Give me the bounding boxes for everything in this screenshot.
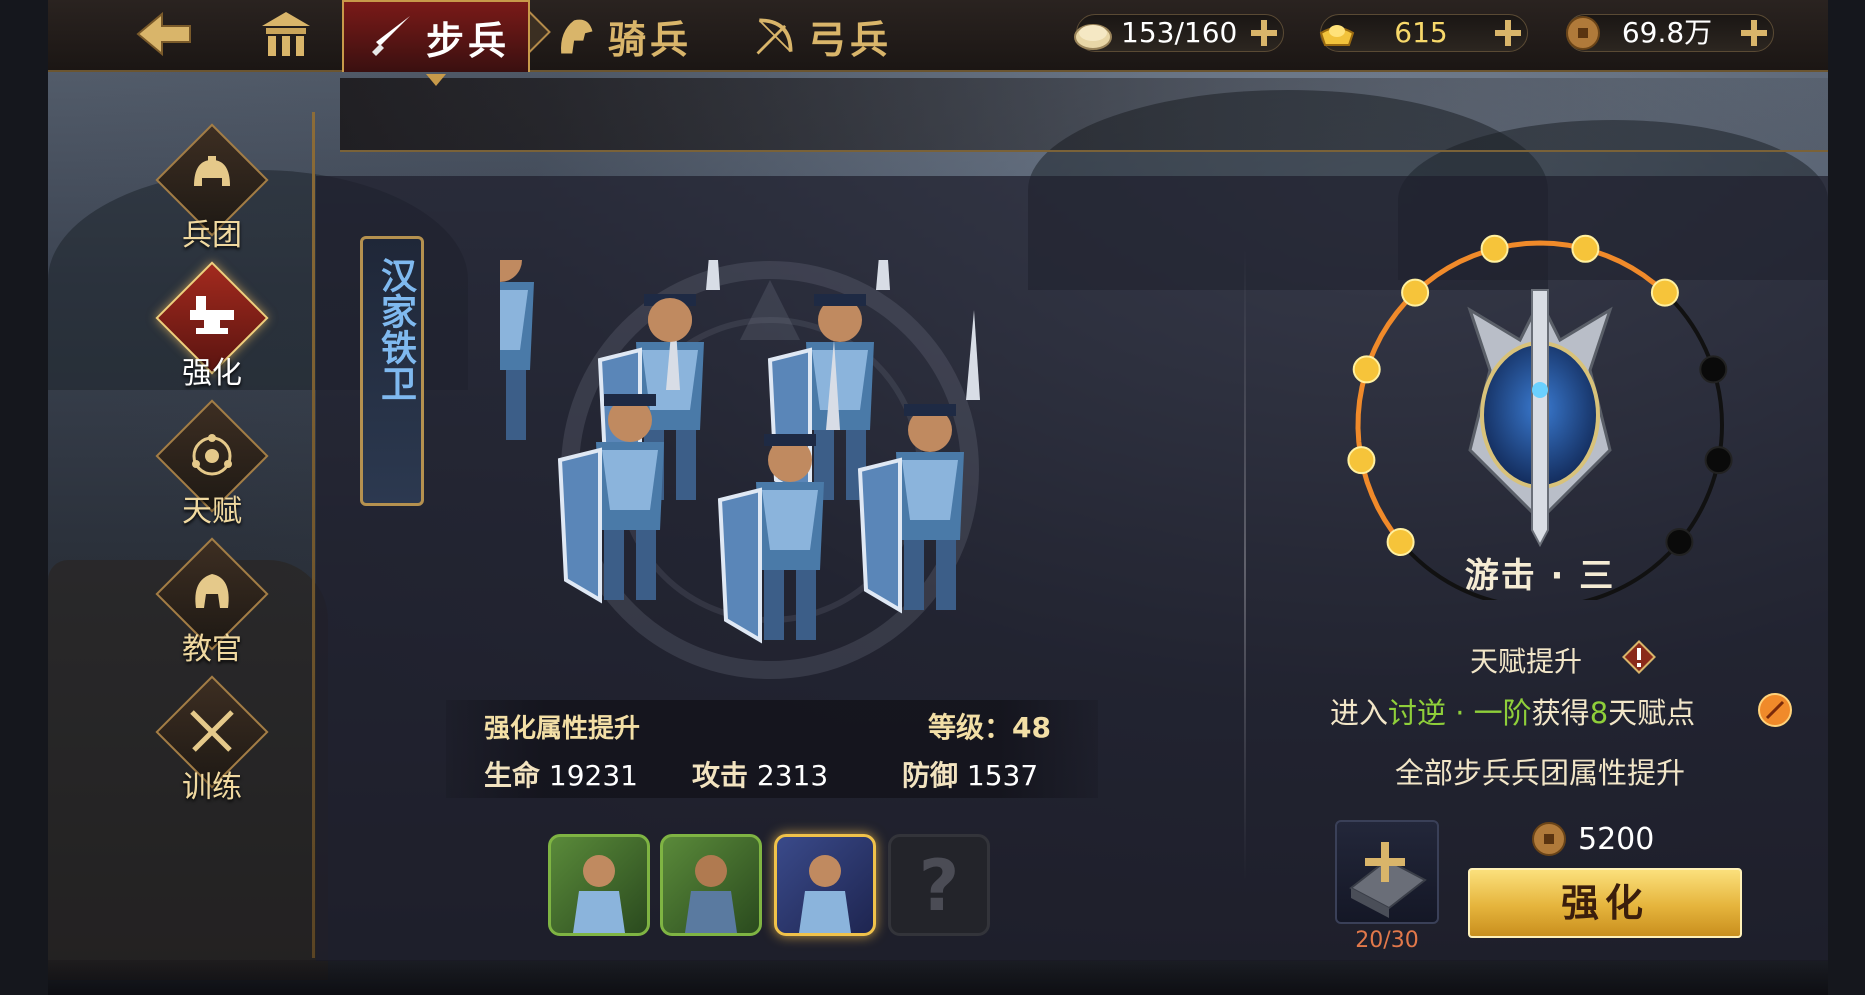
anvil-icon (190, 296, 234, 334)
food-value: 153/160 (1121, 16, 1238, 49)
add-gold-plus-icon[interactable] (1493, 18, 1523, 48)
add-coin-plus-icon[interactable] (1739, 18, 1769, 48)
gold-value: 615 (1394, 16, 1448, 49)
exclamation-icon[interactable] (1622, 640, 1656, 674)
active-tab-pointer (426, 74, 446, 86)
enhance-cost: 5200 (1578, 822, 1655, 857)
orb-icon (192, 434, 232, 476)
gold-ingot-icon (1319, 25, 1355, 46)
stat-hp: 生命 19231 (484, 759, 638, 792)
tab-archer[interactable]: 弓兵 (752, 0, 912, 72)
enhance-stats-box: 强化属性提升 等级：48 生命 19231 攻击 2313 防御 1537 (446, 700, 1098, 798)
sidebar-divider (312, 112, 315, 958)
iron-ingot-icon (1349, 842, 1427, 918)
talent-effect: 全部步兵兵团属性提升 (1394, 756, 1685, 790)
back-arrow-icon[interactable] (126, 8, 196, 60)
stat-attack: 攻击 2313 (692, 759, 829, 792)
talent-name: 游击 · 三 (1464, 556, 1616, 596)
add-food-plus-icon[interactable] (1249, 18, 1279, 48)
unit-name: 汉家铁卫 (375, 257, 416, 401)
enhance-button[interactable]: 强化 (1468, 868, 1742, 938)
material-count: 20/30 (1355, 928, 1419, 953)
talent-dot-empty (1665, 528, 1694, 556)
instructor-helmet-icon (195, 574, 229, 608)
infantry-squad-illustration (500, 260, 982, 642)
unit-variant-3[interactable] (774, 834, 876, 936)
tab-infantry[interactable]: 步兵 (342, 0, 530, 86)
coin-value: 69.8万 (1621, 16, 1713, 49)
unit-variant-locked[interactable]: ? (888, 834, 990, 936)
talent-dot-filled (1347, 446, 1376, 475)
talent-shield-icon (1467, 289, 1613, 548)
panel-divider (1244, 250, 1246, 880)
coin-icon (1532, 822, 1566, 856)
crossed-swords-icon (190, 710, 234, 752)
stats-title: 强化属性提升 (484, 714, 641, 744)
talent-dot-empty (1704, 446, 1733, 475)
resource-coin: 69.8万 (1566, 14, 1774, 52)
unit-level: 等级：48 (928, 711, 1051, 744)
resource-food: 153/160 (1074, 14, 1284, 52)
unit-name-banner: 汉家铁卫 (360, 236, 424, 506)
bottom-shade (48, 960, 1828, 995)
coin-icon (1566, 16, 1600, 50)
bun-icon (1074, 24, 1112, 50)
barracks-home-icon[interactable] (258, 8, 314, 60)
stat-defense: 防御 1537 (902, 759, 1039, 792)
sword-icon (372, 16, 410, 56)
question-mark-icon: ? (918, 845, 960, 927)
talent-dot-filled (1352, 355, 1381, 384)
bow-icon (756, 18, 793, 55)
unit-variant-2[interactable] (660, 834, 762, 936)
helmet-icon (194, 156, 230, 186)
talent-point-icon (1758, 693, 1792, 727)
talent-dot-filled (1650, 278, 1679, 307)
talent-dot-filled (1386, 528, 1415, 556)
soldier-portrait-icon (685, 855, 737, 933)
resource-gold: 615 (1319, 14, 1528, 52)
unit-type-tabs (340, 78, 1828, 152)
soldier-portrait-icon (573, 855, 625, 933)
material-slot[interactable] (1335, 820, 1439, 924)
talent-description: 进入讨逆 · 一阶获得8天赋点 (1330, 696, 1696, 730)
unit-variant-1[interactable] (548, 834, 650, 936)
talent-dot-filled (1480, 234, 1509, 263)
tab-cavalry[interactable]: 骑兵 (552, 0, 712, 72)
talent-dot-empty (1699, 355, 1728, 384)
soldier-portrait-icon (799, 855, 851, 933)
horse-head-icon (560, 19, 593, 54)
talent-dot-filled (1571, 234, 1600, 263)
talent-dot-filled (1401, 278, 1430, 307)
talent-progress-ring (1347, 234, 1733, 600)
